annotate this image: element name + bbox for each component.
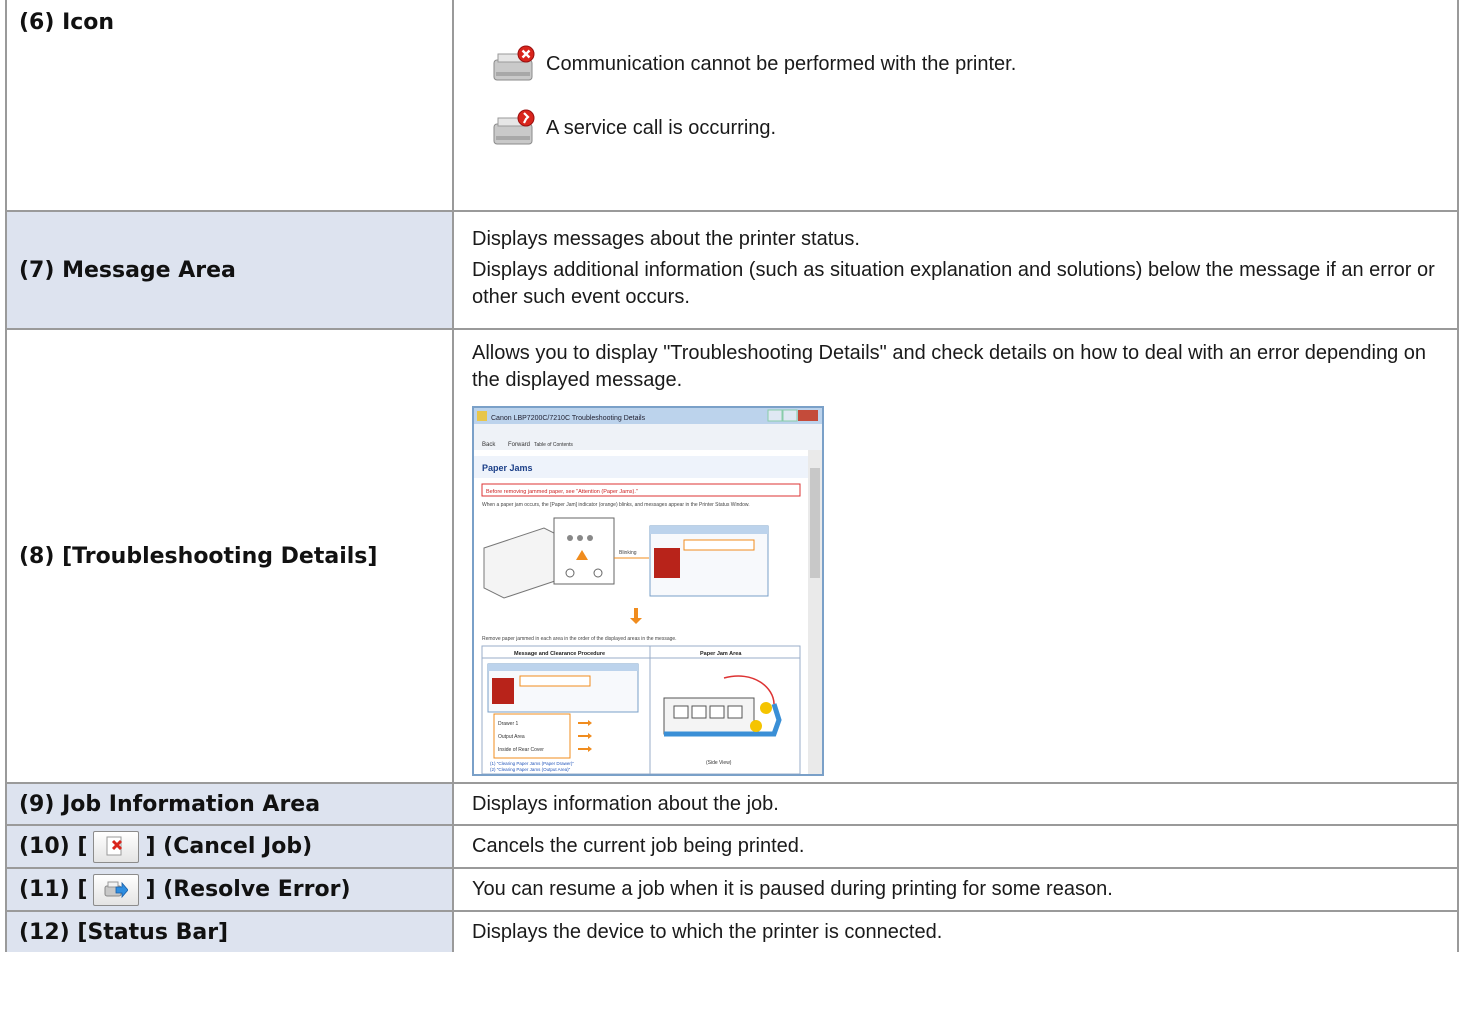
- row-resolve-error: (11) [ ] (Resolve Error) You can resume …: [5, 869, 1459, 912]
- screenshot-col1: Message and Clearance Procedure: [514, 651, 605, 657]
- toolbar-back: Back: [482, 442, 496, 448]
- printer-error-x-icon: [493, 45, 535, 81]
- info-table: (6) Icon Communication cannot be perform…: [5, 0, 1459, 952]
- screenshot-image: Canon LBP7200C/7210C Troubleshooting Det…: [474, 408, 822, 774]
- row-label: (9) Job Information Area: [5, 784, 454, 824]
- row-label: (7) Message Area: [5, 212, 454, 328]
- row-label: (12) [Status Bar]: [5, 912, 454, 952]
- screenshot-remove-text: Remove paper jammed in each area in the …: [482, 636, 677, 642]
- description-line: Displays messages about the printer stat…: [472, 227, 860, 250]
- label-prefix: (10) [: [19, 834, 88, 859]
- toolbar-contents: Table of Contents: [534, 442, 573, 448]
- icon-item-text: A service call is occurring.: [546, 116, 777, 139]
- label-suffix: ] (Cancel Job): [145, 834, 313, 859]
- screenshot-col2: Paper Jam Area: [700, 651, 742, 657]
- screenshot-area: Drawer 1: [498, 721, 519, 727]
- screenshot-area: Inside of Rear Cover: [498, 747, 544, 753]
- row-label: (8) [Troubleshooting Details]: [5, 330, 454, 782]
- row-message-area: (7) Message Area Displays messages about…: [5, 212, 1459, 330]
- description-line: Allows you to display "Troubleshooting D…: [472, 342, 1427, 391]
- row-description: Displays the device to which the printer…: [454, 912, 1459, 952]
- row-label: (6) Icon: [5, 0, 454, 210]
- icon-item-text: Communication cannot be performed with t…: [546, 52, 1017, 75]
- screenshot-warning: Before removing jammed paper, see "Atten…: [486, 489, 638, 495]
- row-icon: (6) Icon Communication cannot be perform…: [5, 0, 1459, 212]
- row-troubleshooting-details: (8) [Troubleshooting Details] Allows you…: [5, 330, 1459, 784]
- description-line: Displays additional information (such as…: [472, 258, 1435, 308]
- screenshot-area: Output Area: [498, 734, 525, 740]
- row-description: You can resume a job when it is paused d…: [454, 869, 1459, 910]
- screenshot-intro: When a paper jam occurs, the [Paper Jam]…: [482, 502, 750, 508]
- row-description: Displays messages about the printer stat…: [454, 212, 1459, 328]
- printer-service-call-icon: [493, 109, 535, 145]
- row-job-information-area: (9) Job Information Area Displays inform…: [5, 784, 1459, 826]
- screenshot-link: (1) "Clearing Paper Jams (Paper Drawer)": [490, 761, 574, 766]
- screenshot-link: (2) "Clearing Paper Jams (Output Area)": [490, 767, 571, 772]
- screenshot-title: Canon LBP7200C/7210C Troubleshooting Det…: [491, 415, 646, 422]
- screenshot-heading: Paper Jams: [482, 463, 533, 473]
- toolbar-forward: Forward: [508, 442, 530, 448]
- icon-item: Communication cannot be performed with t…: [472, 44, 1439, 84]
- label-prefix: (11) [: [19, 877, 88, 902]
- row-description: Allows you to display "Troubleshooting D…: [454, 330, 1459, 782]
- row-label: (11) [ ] (Resolve Error): [5, 869, 454, 910]
- label-suffix: ] (Resolve Error): [145, 877, 351, 902]
- row-description: Displays information about the job.: [454, 784, 1459, 824]
- row-status-bar: (12) [Status Bar] Displays the device to…: [5, 912, 1459, 952]
- row-label: (10) [ ] (Cancel Job): [5, 826, 454, 867]
- icon-item: A service call is occurring.: [472, 108, 1439, 148]
- row-cancel-job: (10) [ ] (Cancel Job) Cancels the curren…: [5, 826, 1459, 869]
- row-description: Cancels the current job being printed.: [454, 826, 1459, 867]
- screenshot-side-view: (Side View): [706, 760, 732, 766]
- screenshot-blinking: Blinking: [619, 550, 637, 556]
- troubleshooting-window-screenshot: Canon LBP7200C/7210C Troubleshooting Det…: [472, 406, 824, 776]
- resolve-error-icon: [93, 873, 140, 906]
- cancel-job-icon: [93, 830, 140, 863]
- row-description: Communication cannot be performed with t…: [454, 0, 1459, 210]
